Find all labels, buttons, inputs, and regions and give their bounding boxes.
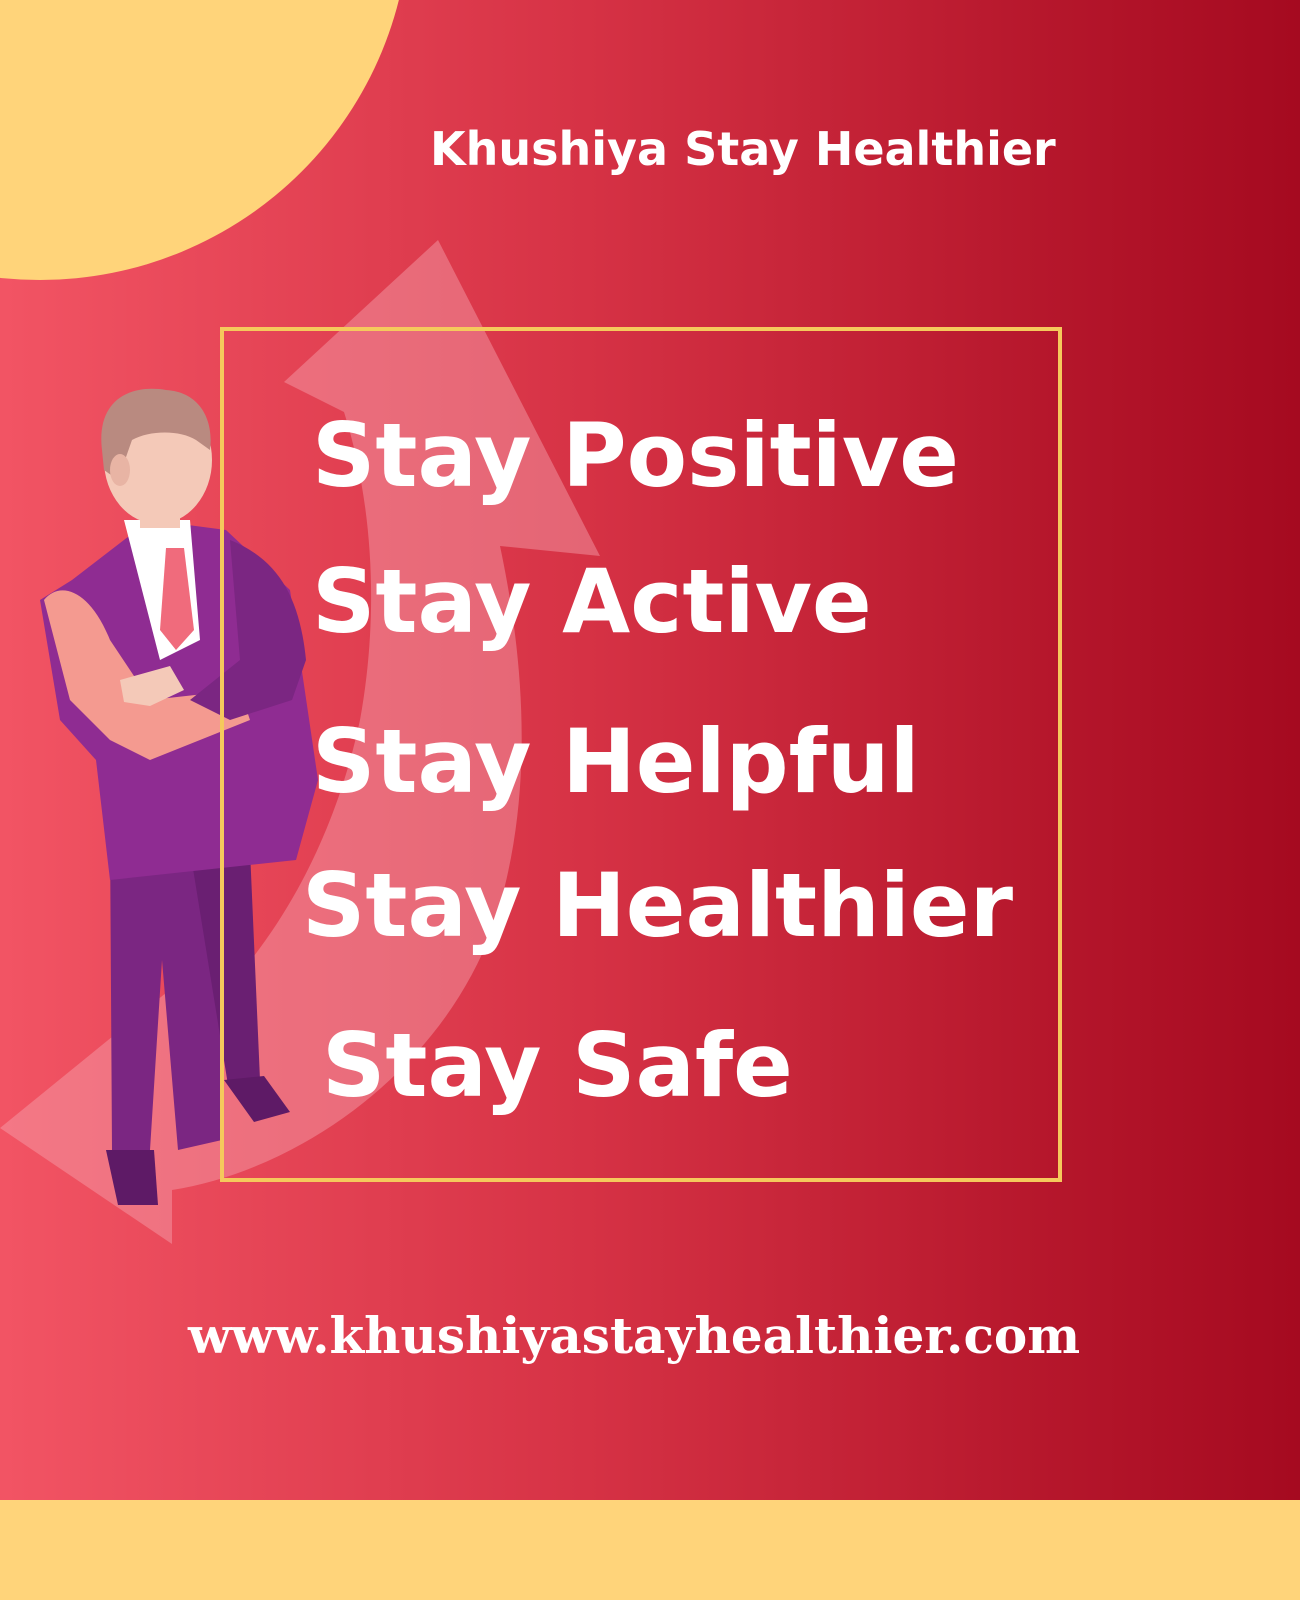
slogan-stay-positive: Stay Positive <box>312 404 959 507</box>
slogan-stay-active: Stay Active <box>312 550 872 653</box>
slogan-stay-healthier: Stay Healthier <box>302 854 1013 957</box>
brand-title: Khushiya Stay Healthier <box>430 122 1056 176</box>
slogan-stay-helpful: Stay Helpful <box>312 710 920 813</box>
poster-canvas: Khushiya Stay Healthier Stay Positive St… <box>0 0 1300 1600</box>
slogan-stay-safe: Stay Safe <box>322 1014 793 1117</box>
website-link[interactable]: www.khushiyastayhealthier.com <box>188 1306 1080 1365</box>
